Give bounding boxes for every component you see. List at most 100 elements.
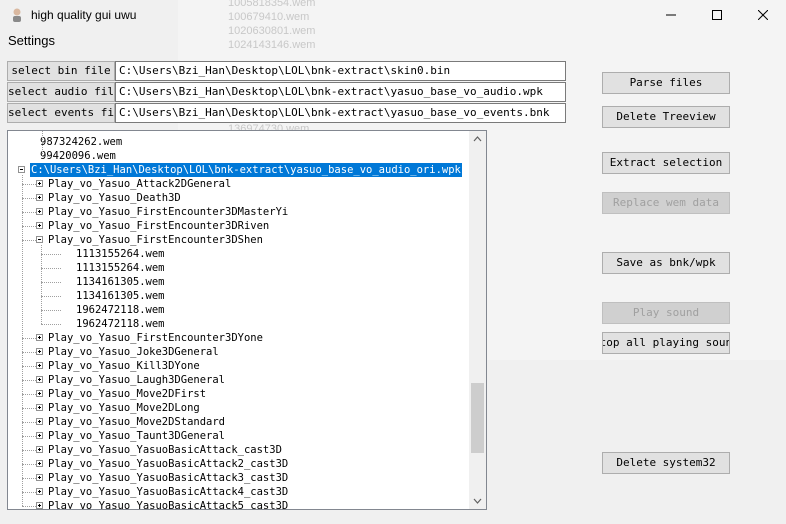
expand-icon[interactable] [36, 418, 43, 425]
scroll-down-arrow-icon[interactable] [473, 496, 482, 505]
tree-connector [22, 478, 36, 479]
replace-wem-button[interactable]: Replace wem data [602, 192, 730, 214]
expand-icon[interactable] [36, 362, 43, 369]
expand-icon[interactable] [36, 446, 43, 453]
tree-node-label: Play_vo_Yasuo_YasuoBasicAttack5_cast3D [48, 500, 289, 510]
delete-system32-button[interactable]: Delete system32 [602, 452, 730, 474]
select-audio-button[interactable]: select audio file [7, 82, 115, 102]
parse-files-button[interactable]: Parse files [602, 72, 730, 94]
app-icon [13, 8, 21, 22]
tree-node-label: Play_vo_Yasuo_Kill3DYone [48, 360, 200, 372]
tree-node-label: 99420096.wem [40, 150, 116, 162]
tree-node-label: Play_vo_Yasuo_FirstEncounter3DMasterYi [48, 206, 289, 218]
tree-node-label: Play_vo_Yasuo_FirstEncounter3DRiven [48, 220, 270, 232]
tree-node-label: Play_vo_Yasuo_Attack2DGeneral [48, 178, 232, 190]
tree-node-label: Play_vo_Yasuo_Taunt3DGeneral [48, 430, 226, 442]
save-bnk-button[interactable]: Save as bnk/wpk [602, 252, 730, 274]
select-bin-button[interactable]: select bin file [7, 61, 115, 81]
tree-node-label: 1962472118.wem [76, 318, 165, 330]
window-title: high quality gui uwu [31, 8, 137, 22]
tree-connector [41, 245, 42, 324]
events-path-field[interactable]: C:\Users\Bzi_Han\Desktop\LOL\bnk-extract… [115, 103, 566, 123]
tree-node-label: C:\Users\Bzi_Han\Desktop\LOL\bnk-extract… [30, 163, 462, 177]
tree-connector [22, 450, 36, 451]
delete-treeview-button[interactable]: Delete Treeview [602, 106, 730, 128]
tree-connector [22, 422, 36, 423]
tree-connector [41, 310, 61, 311]
play-sound-button[interactable]: Play sound [602, 302, 730, 324]
close-button[interactable] [740, 0, 786, 30]
expand-icon[interactable] [36, 376, 43, 383]
tree-node-label: Play_vo_Yasuo_YasuoBasicAttack3_cast3D [48, 472, 289, 484]
tree-connector [22, 380, 36, 381]
maximize-icon [712, 10, 722, 20]
tree-connector [42, 156, 48, 157]
tree-connector [22, 492, 36, 493]
expand-icon[interactable] [36, 180, 43, 187]
tree-node-label: Play_vo_Yasuo_Death3D [48, 192, 181, 204]
tree-scrollbar[interactable] [469, 131, 486, 509]
tree-connector [42, 131, 43, 156]
tree-connector [22, 226, 36, 227]
tree-connector [22, 352, 36, 353]
collapse-icon[interactable] [18, 166, 25, 173]
expand-icon[interactable] [36, 348, 43, 355]
tree-node-label: Play_vo_Yasuo_YasuoBasicAttack2_cast3D [48, 458, 289, 470]
tree-connector [22, 366, 36, 367]
expand-icon[interactable] [36, 474, 43, 481]
tree-connector [22, 436, 36, 437]
tree-node-label: Play_vo_Yasuo_Laugh3DGeneral [48, 374, 226, 386]
tree-node-label: Play_vo_Yasuo_FirstEncounter3DShen [48, 234, 263, 246]
minimize-button[interactable] [648, 0, 694, 30]
menu-settings[interactable]: Settings [8, 33, 55, 48]
expand-icon[interactable] [36, 334, 43, 341]
select-events-button[interactable]: select events file [7, 103, 115, 123]
stop-sounds-button[interactable]: Stop all playing sounds [602, 332, 730, 354]
expand-icon[interactable] [36, 488, 43, 495]
expand-icon[interactable] [36, 502, 43, 509]
bin-path-field[interactable]: C:\Users\Bzi_Han\Desktop\LOL\bnk-extract… [115, 61, 566, 81]
tree-connector [22, 506, 36, 507]
extract-selection-button[interactable]: Extract selection [602, 152, 730, 174]
tree-node-label: Play_vo_Yasuo_Move2DStandard [48, 416, 226, 428]
tree-connector [41, 296, 61, 297]
expand-icon[interactable] [36, 222, 43, 229]
menu-bar: Settings [0, 30, 786, 52]
tree-connector [22, 240, 36, 241]
tree-node-label: Play_vo_Yasuo_YasuoBasicAttack4_cast3D [48, 486, 289, 498]
file-treeview[interactable]: 987324262.wem 99420096.wem C:\Users\Bzi_Ha… [7, 130, 487, 510]
tree-node-label: Play_vo_Yasuo_Move2DLong [48, 402, 200, 414]
expand-icon[interactable] [36, 194, 43, 201]
scroll-up-arrow-icon[interactable] [473, 135, 482, 144]
tree-node-label: 1134161305.wem [76, 290, 165, 302]
tree-connector [22, 394, 36, 395]
collapse-icon[interactable] [36, 236, 43, 243]
tree-node-label: 1134161305.wem [76, 276, 165, 288]
tree-connector [22, 198, 36, 199]
tree-connector [41, 268, 61, 269]
tree-connector [41, 282, 61, 283]
expand-icon[interactable] [36, 460, 43, 467]
expand-icon[interactable] [36, 432, 43, 439]
maximize-button[interactable] [694, 0, 740, 30]
minimize-icon [666, 14, 676, 16]
scroll-thumb[interactable] [471, 383, 484, 453]
expand-icon[interactable] [36, 404, 43, 411]
expand-icon[interactable] [36, 208, 43, 215]
tree-connector [22, 338, 36, 339]
close-icon [758, 10, 768, 20]
audio-path-field[interactable]: C:\Users\Bzi_Han\Desktop\LOL\bnk-extract… [115, 82, 566, 102]
tree-node-label: Play_vo_Yasuo_Joke3DGeneral [48, 346, 219, 358]
tree-node-label: Play_vo_Yasuo_Move2DFirst [48, 388, 207, 400]
tree-node-label: 1113155264.wem [76, 262, 165, 274]
tree-connector [22, 212, 36, 213]
tree-connector [41, 324, 61, 325]
tree-node-label: 987324262.wem [40, 136, 123, 148]
expand-icon[interactable] [36, 390, 43, 397]
title-bar: high quality gui uwu [0, 0, 786, 30]
tree-connector [22, 184, 36, 185]
tree-node-label: Play_vo_Yasuo_YasuoBasicAttack_cast3D [48, 444, 282, 456]
tree-connector [22, 464, 36, 465]
tree-node-label: Play_vo_Yasuo_FirstEncounter3DYone [48, 332, 263, 344]
tree-connector [41, 254, 61, 255]
